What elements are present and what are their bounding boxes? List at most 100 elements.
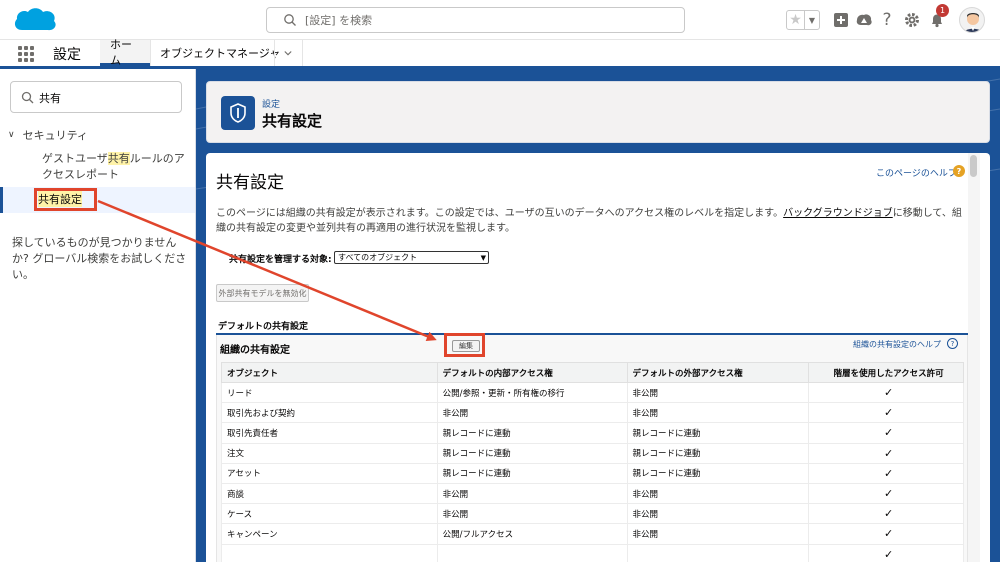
table-row: ケース 非公開 非公開 ✓	[221, 503, 964, 525]
favorites-group[interactable]: ★ ▼	[786, 10, 820, 30]
notification-badge: 1	[936, 4, 949, 17]
help-icon[interactable]: ?	[877, 10, 897, 30]
col-header: オブジェクト	[221, 362, 438, 383]
background-jobs-link[interactable]: バックグラウンドジョブ	[783, 208, 893, 219]
table-cell: 親レコードに連動	[436, 422, 628, 444]
sidebar-help-text: 探しているものが見つかりませんか? グローバル検索をお試しください。	[12, 236, 187, 281]
sharing-defaults-table: オブジェクト デフォルトの内部アクセス権 デフォルトの外部アクセス権 階層を使用…	[221, 362, 964, 562]
checkmark-cell: ✓	[808, 543, 964, 562]
table-cell: 親レコードに連動	[626, 442, 810, 464]
breadcrumb[interactable]: 設定	[262, 97, 280, 110]
item-text: ゲストユーザ	[42, 152, 108, 165]
table-cell: 公開/参照・更新・所有権の移行	[436, 381, 628, 404]
checkmark-cell: ✓	[808, 503, 964, 525]
org-sharing-title: 組織の共有設定	[220, 345, 290, 356]
table-cell: リード	[221, 381, 438, 404]
tab-home[interactable]: ホーム	[100, 38, 150, 67]
table-cell: 親レコードに連動	[626, 422, 810, 444]
callout-highlight-box	[34, 188, 97, 211]
table-cell: ケース	[221, 503, 438, 525]
disable-external-sharing-button[interactable]: 外部共有モデルを無効化	[216, 284, 309, 302]
scrollbar-thumb[interactable]	[970, 155, 977, 177]
table-cell: 親レコードに連動	[436, 442, 628, 464]
global-search[interactable]	[266, 7, 685, 33]
table-cell: 非公開	[436, 503, 628, 525]
sidebar-item-sharing-settings[interactable]: 共有設定	[0, 187, 195, 213]
table-cell: 公開/フルアクセス	[436, 523, 628, 545]
col-header: 階層を使用したアクセス許可	[808, 362, 964, 383]
content-title: 共有設定	[216, 173, 284, 193]
table-cell: 非公開	[436, 402, 628, 424]
tab-object-manager[interactable]: オブジェクトマネージャ	[150, 40, 290, 66]
checkmark-cell: ✓	[808, 422, 964, 444]
table-cell: 商談	[221, 482, 438, 505]
table-row: リード 公開/参照・更新・所有権の移行 非公開 ✓	[221, 381, 964, 404]
content-description: このページには組織の共有設定が表示されます。この設定では、ユーザの互いのデータへ…	[216, 206, 968, 236]
checkmark-cell: ✓	[808, 523, 964, 545]
checkmark-cell: ✓	[808, 402, 964, 424]
scrollbar[interactable]	[968, 153, 980, 562]
chevron-down-icon: ▼	[480, 253, 486, 262]
page-header: 設定 共有設定	[206, 81, 990, 143]
manage-for-label: 共有設定を管理する対象:	[229, 255, 332, 265]
checkmark-cell: ✓	[808, 381, 964, 404]
table-cell: 非公開	[436, 482, 628, 505]
chevron-down-icon	[284, 50, 292, 55]
checkmark-cell: ✓	[808, 462, 964, 484]
help-icon[interactable]: ?	[953, 165, 965, 177]
table-row: 注文 親レコードに連動 親レコードに連動 ✓	[221, 442, 964, 464]
table-row: 商談 非公開 非公開 ✓	[221, 482, 964, 505]
callout-highlight-box	[444, 333, 485, 357]
org-sharing-help-link[interactable]: 組織の共有設定のヘルプ	[853, 339, 941, 350]
search-highlight: 共有	[107, 152, 130, 165]
col-header: デフォルトの外部アクセス権	[626, 362, 810, 383]
table-cell: 取引先責任者	[221, 422, 438, 444]
global-search-input[interactable]	[305, 11, 665, 29]
table-cell: 注文	[221, 442, 438, 464]
chevron-down-icon: ∨	[8, 130, 15, 140]
desc-text: このページには組織の共有設定が表示されます。この設定では、ユーザの互いのデータへ…	[216, 208, 784, 219]
chevron-down-icon[interactable]: ▼	[805, 11, 819, 29]
table-row: 取引先責任者 親レコードに連動 親レコードに連動 ✓	[221, 422, 964, 444]
section-label: デフォルトの共有設定	[218, 322, 309, 332]
setup-sidebar: ∨ セキュリティ ゲストユーザ共有ルールのアクセスレポート 共有設定 探している…	[0, 69, 196, 562]
checkmark-cell: ✓	[808, 482, 964, 505]
quick-find[interactable]	[10, 81, 182, 113]
salesforce-logo[interactable]	[12, 6, 58, 34]
table-row: 取引先および契約 非公開 非公開 ✓	[221, 402, 964, 424]
gear-icon[interactable]	[902, 10, 922, 30]
table-cell	[436, 543, 628, 562]
search-icon	[21, 91, 34, 104]
trailhead-icon[interactable]	[854, 10, 874, 30]
search-icon	[284, 14, 296, 26]
avatar[interactable]	[959, 7, 985, 33]
page-title: 共有設定	[262, 112, 323, 130]
table-cell: 非公開	[626, 381, 810, 404]
app-navigation-bar: 設定 ホーム オブジェクトマネージャ	[0, 38, 1000, 69]
tree-section-security[interactable]: ∨ セキュリティ	[8, 127, 88, 143]
app-launcher-icon[interactable]	[18, 46, 34, 62]
table-cell: キャンペーン	[221, 523, 438, 545]
table-cell: 非公開	[626, 402, 810, 424]
table-cell	[626, 543, 810, 562]
manage-for-select[interactable]: すべてのオブジェクト ▼	[334, 251, 489, 264]
tab-object-manager-dropdown[interactable]	[274, 40, 302, 66]
global-header: ★ ▼ ? 1	[0, 0, 1000, 40]
table-cell: 親レコードに連動	[436, 462, 628, 484]
quick-find-input[interactable]	[39, 90, 169, 106]
table-header-row: オブジェクト デフォルトの内部アクセス権 デフォルトの外部アクセス権 階層を使用…	[221, 362, 964, 383]
table-cell: 非公開	[626, 523, 810, 545]
page-help-link[interactable]: このページのヘルプ	[876, 166, 957, 179]
sidebar-item-guest-user-sharing-report[interactable]: ゲストユーザ共有ルールのアクセスレポート	[42, 151, 192, 183]
star-icon[interactable]: ★	[787, 11, 805, 29]
help-icon[interactable]: ?	[947, 338, 958, 349]
shield-icon	[221, 96, 255, 130]
table-row: キャンペーン 公開/フルアクセス 非公開 ✓	[221, 523, 964, 545]
table-cell: 親レコードに連動	[626, 462, 810, 484]
active-indicator	[0, 187, 3, 213]
table-row: ✓	[221, 543, 964, 562]
add-icon[interactable]	[831, 10, 851, 30]
table-cell: アセット	[221, 462, 438, 484]
select-value: すべてのオブジェクト	[338, 253, 418, 262]
table-row: アセット 親レコードに連動 親レコードに連動 ✓	[221, 462, 964, 484]
